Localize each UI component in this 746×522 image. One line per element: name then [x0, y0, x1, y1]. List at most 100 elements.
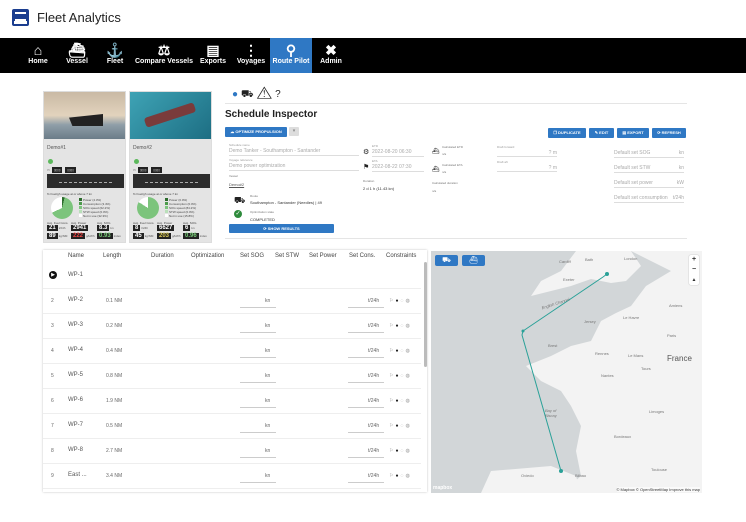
row-index: 7 — [51, 423, 54, 429]
export-button[interactable]: ▤ EXPORT — [617, 128, 649, 138]
set-cons-input[interactable] — [348, 357, 384, 358]
nav-compare-vessels[interactable]: ⚖ Compare Vessels — [135, 38, 193, 73]
kpi-value: 8 — [133, 225, 141, 231]
vessel-card[interactable]: Demo#1 ▭ ▯▯▯▯ ▯▯▯▯ % Fuel/gh usage at or … — [43, 91, 126, 243]
table-row[interactable]: 5 WP-5 0.8 NM kn t/24h ⚐●◌◍ — [43, 364, 421, 389]
constraint-icons[interactable]: ⚐●◌◍ — [389, 298, 412, 304]
duplicate-button[interactable]: ❐ DUPLICATE — [548, 128, 586, 138]
nav-fleet[interactable]: ⚓ Fleet — [100, 38, 130, 73]
set-sog-input[interactable] — [240, 307, 276, 308]
edit-button[interactable]: ✎ EDIT — [589, 128, 614, 138]
table-row[interactable]: 7 WP-7 0.5 NM kn t/24h ⚐●◌◍ — [43, 414, 421, 439]
route-map[interactable]: ⛟ ⛴ + − ▲ Cardiff Bath London Exeter Eng… — [431, 251, 702, 493]
nav-vessel[interactable]: ⛴ Vessel — [62, 38, 92, 73]
table-row[interactable]: 6 WP-6 1.9 NM kn t/24h ⚐●◌◍ — [43, 389, 421, 414]
clock-icon[interactable]: ● — [232, 89, 241, 100]
row-index: 4 — [51, 348, 54, 354]
show-results-button[interactable]: ⟳ SHOW RESULTS — [229, 224, 334, 233]
set-cons-input[interactable] — [348, 307, 384, 308]
set-sog-input[interactable] — [240, 482, 276, 483]
route-map-icon[interactable]: ⛟ — [241, 89, 257, 100]
nav-voyages[interactable]: ⋮ Voyages — [235, 38, 267, 73]
set-sog-input[interactable] — [240, 432, 276, 433]
vessel-name[interactable]: Demo#2 — [133, 145, 211, 151]
constraint-icons[interactable]: ⚐●◌◍ — [389, 348, 412, 354]
table-scrollbar[interactable] — [424, 262, 427, 367]
waypoint-marker — [559, 469, 563, 473]
table-row[interactable]: 8 WP-8 2.7 NM kn t/24h ⚐●◌◍ — [43, 439, 421, 464]
set-cons-input[interactable] — [348, 432, 384, 433]
draft-forward-field[interactable]: Draft forward? m — [497, 145, 557, 157]
table-row[interactable]: 4 WP-4 0.4 NM kn t/24h ⚐●◌◍ — [43, 339, 421, 364]
default-consumption-field[interactable]: Default set consumption t/24h — [614, 194, 684, 203]
map-attribution[interactable]: © Mapbox © OpenStreetMap Improve this ma… — [616, 487, 700, 492]
default-sog-field[interactable]: Default set SOG kn — [614, 149, 684, 158]
constraint-icons[interactable]: ⚐●◌◍ — [389, 473, 412, 479]
yara-logo[interactable] — [12, 9, 29, 26]
constraint-icons[interactable]: ⚐●◌◍ — [389, 423, 412, 429]
leg-length: 2.7 NM — [106, 448, 123, 454]
zoom-out-button[interactable]: − — [689, 265, 699, 275]
usage-pie — [51, 197, 73, 219]
nav-home[interactable]: ⌂ Home — [23, 38, 53, 73]
start-icon: ▶ — [49, 271, 57, 279]
zoom-in-button[interactable]: + — [689, 255, 699, 265]
default-stw-field[interactable]: Default set STW kn — [614, 164, 684, 173]
status-dot — [134, 159, 139, 164]
constraint-icons[interactable]: ⚐●◌◍ — [389, 323, 412, 329]
route-layer-button[interactable]: ⛟ — [435, 255, 458, 266]
vessel-link[interactable]: Demo#2 — [229, 182, 244, 187]
compass-icon[interactable]: ⚠ — [257, 89, 275, 100]
schedule-name-field[interactable]: Schedule name Demo Tanker - Southampton -… — [229, 143, 359, 156]
waypoint-name: East ... — [68, 472, 87, 478]
vessel-name[interactable]: Demo#1 — [47, 145, 125, 151]
default-power-field[interactable]: Default set power kW — [614, 179, 684, 188]
table-row[interactable]: 9 East ... 3.4 NM kn t/24h ⚐●◌◍ — [43, 464, 421, 489]
set-cons-input[interactable] — [348, 457, 384, 458]
kpi-value: 89 — [47, 233, 58, 239]
waypoint-name: WP-5 — [68, 372, 83, 378]
kpi-value: 8.3 — [97, 225, 110, 231]
sog-unit: kn — [265, 423, 271, 429]
table-row[interactable]: ▶ WP-1 — [43, 264, 421, 289]
set-sog-input[interactable] — [240, 332, 276, 333]
waypoint-name: WP-3 — [68, 322, 83, 328]
eta-field[interactable]: ETA 2022-08-22 07:30 — [372, 159, 424, 172]
usage-title: % Fuel/gh usage at or above 7 kn — [47, 192, 92, 196]
mapbox-logo[interactable]: mapbox — [433, 485, 452, 491]
set-cons-input[interactable] — [348, 382, 384, 383]
table-row[interactable]: 3 WP-3 0.2 NM kn t/24h ⚐●◌◍ — [43, 314, 421, 339]
row-index: 6 — [51, 398, 54, 404]
constraint-icons[interactable]: ⚐●◌◍ — [389, 398, 412, 404]
constraint-icons[interactable]: ⚐●◌◍ — [389, 373, 412, 379]
set-sog-input[interactable] — [240, 407, 276, 408]
refresh-button[interactable]: ⟳ REFRESH — [652, 128, 686, 138]
nav-exports[interactable]: ▤ Exports — [198, 38, 228, 73]
table-row[interactable]: 2 WP-2 0.1 NM kn t/24h ⚐●◌◍ — [43, 289, 421, 314]
voyage-reference-field[interactable]: Voyage reference Demo power optimization — [229, 158, 359, 171]
draft-aft-field[interactable]: Draft aft? m — [497, 160, 557, 172]
help-icon[interactable]: ? — [275, 89, 284, 100]
compass-button[interactable]: ▲ — [689, 275, 699, 285]
inspector-toolbar: ●⛟⚠? — [232, 89, 284, 102]
vessel-layer-button[interactable]: ⛴ — [462, 255, 485, 266]
nav-admin[interactable]: ✖ Admin — [316, 38, 346, 73]
waypoint-name: WP-7 — [68, 422, 83, 428]
waypoint-marker — [605, 272, 609, 276]
map-zoom-control: + − ▲ — [689, 255, 699, 285]
row-index: 9 — [51, 473, 54, 479]
vessel-card[interactable]: Demo#2 ▭ ▯▯▯▯ ▯▯▯▯ % Fuel/gh usage at or … — [129, 91, 212, 243]
optimize-dropdown-button[interactable]: ▾ — [289, 127, 299, 136]
set-sog-input[interactable] — [240, 457, 276, 458]
vessel-photo — [130, 92, 211, 139]
set-sog-input[interactable] — [240, 357, 276, 358]
nav-route-pilot[interactable]: ⚲ Route Pilot — [270, 38, 312, 73]
set-cons-input[interactable] — [348, 482, 384, 483]
constraint-icons[interactable]: ⚐●◌◍ — [389, 448, 412, 454]
route-bar — [47, 174, 124, 188]
set-sog-input[interactable] — [240, 382, 276, 383]
etd-field[interactable]: ETD 2022-08-20 06:30 — [372, 144, 424, 157]
set-cons-input[interactable] — [348, 332, 384, 333]
set-cons-input[interactable] — [348, 407, 384, 408]
optimize-propulsion-button[interactable]: ☁ OPTIMIZE PROPULSION — [225, 127, 287, 137]
